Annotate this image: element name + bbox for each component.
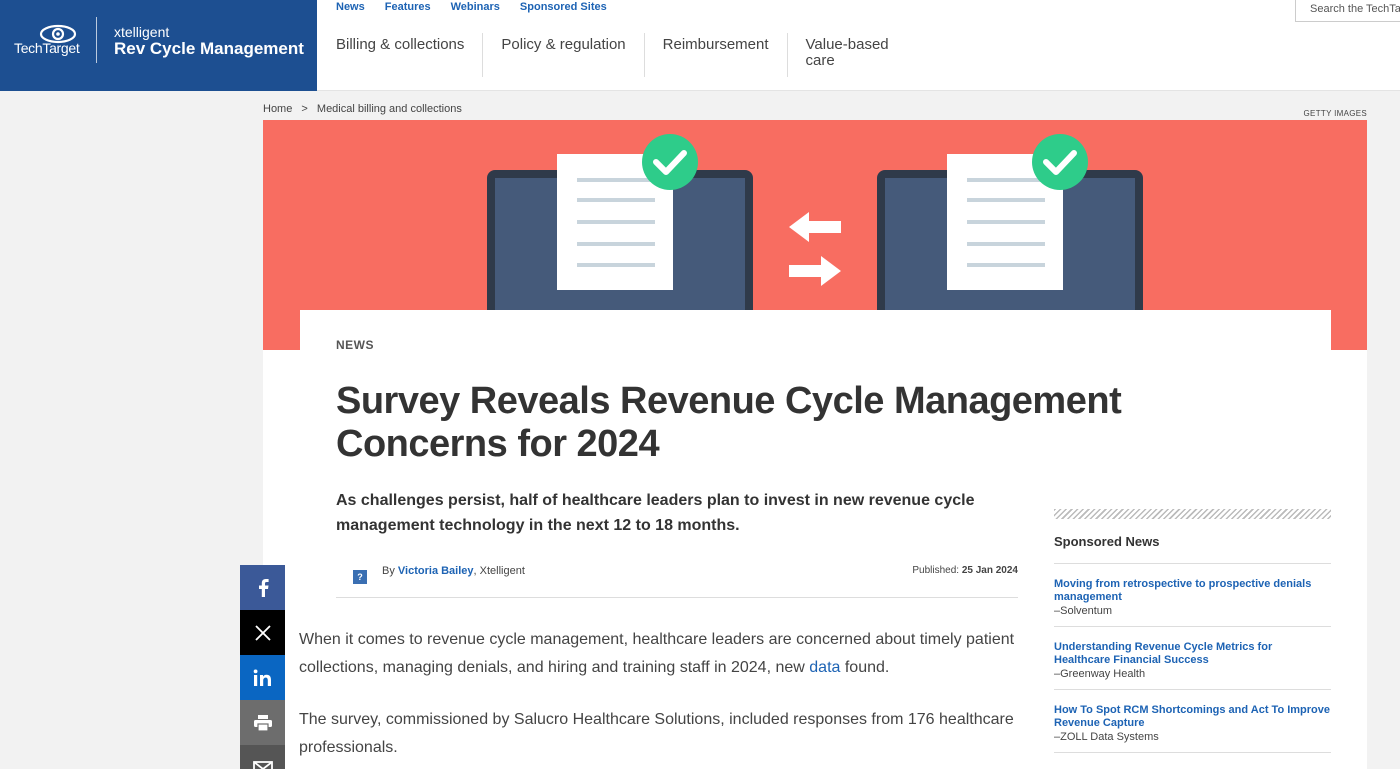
list-item: Moving from retrospective to prospective… <box>1054 564 1331 627</box>
article-kicker[interactable]: NEWS <box>336 338 374 352</box>
sponsored-news-heading: Sponsored News <box>1054 534 1331 564</box>
main-nav: Billing & collections Policy & regulatio… <box>318 33 908 77</box>
nav-policy-regulation[interactable]: Policy & regulation <box>483 33 645 77</box>
breadcrumb-home[interactable]: Home <box>263 103 292 115</box>
email-icon <box>252 760 273 769</box>
list-item: How To Spot RCM Shortcomings and Act To … <box>1054 690 1331 753</box>
byline-text: By Victoria Bailey, Xtelligent <box>382 565 525 577</box>
facebook-share-button[interactable] <box>240 565 285 610</box>
article-dek: As challenges persist, half of healthcar… <box>336 492 975 534</box>
sponsored-link[interactable]: How To Spot RCM Shortcomings and Act To … <box>1054 704 1331 730</box>
email-share-button[interactable] <box>240 745 285 769</box>
search-input[interactable]: Search the TechTarget <box>1295 0 1400 22</box>
linkedin-share-button[interactable] <box>240 655 285 700</box>
breadcrumb: Home > Medical billing and collections <box>263 103 468 115</box>
topnav-features[interactable]: Features <box>385 1 431 13</box>
published-date: Published: 25 Jan 2024 <box>912 565 1018 576</box>
swap-arrows-icon <box>789 212 841 286</box>
byline: ? By Victoria Bailey, Xtelligent Publish… <box>336 556 1018 598</box>
sponsor-name: –Solventum <box>1054 605 1113 617</box>
brand-divider <box>96 17 97 63</box>
image-credit: GETTY IMAGES <box>1303 109 1367 118</box>
linkedin-icon <box>253 669 271 686</box>
breadcrumb-separator: > <box>301 103 308 115</box>
article-title: Survey Reveals Revenue Cycle Management … <box>336 380 1122 465</box>
x-icon <box>254 624 271 641</box>
author-avatar: ? <box>353 570 367 584</box>
p1-text-before: When it comes to revenue cycle managemen… <box>299 631 1015 676</box>
print-icon <box>253 714 272 731</box>
topnav-webinars[interactable]: Webinars <box>451 1 500 13</box>
site-name: Rev Cycle Management <box>114 39 304 58</box>
article-body: When it comes to revenue cycle managemen… <box>299 626 1029 769</box>
topnav-news[interactable]: News <box>336 1 365 13</box>
data-link[interactable]: data <box>809 659 840 676</box>
hatch-divider <box>1054 509 1331 519</box>
x-share-button[interactable] <box>240 610 285 655</box>
byline-prefix: By <box>382 565 395 577</box>
nav-billing-collections[interactable]: Billing & collections <box>318 33 484 77</box>
topnav-sponsored-sites[interactable]: Sponsored Sites <box>520 1 607 13</box>
published-label: Published: <box>912 565 960 576</box>
sponsored-link[interactable]: Understanding Revenue Cycle Metrics for … <box>1054 641 1331 667</box>
facebook-icon <box>258 578 269 597</box>
paragraph: When it comes to revenue cycle managemen… <box>299 626 1029 682</box>
sponsored-link[interactable]: Moving from retrospective to prospective… <box>1054 578 1331 604</box>
sponsor-name: –ZOLL Data Systems <box>1054 731 1159 743</box>
breadcrumb-section[interactable]: Medical billing and collections <box>317 103 462 115</box>
sponsored-news-sidebar: Sponsored News Moving from retrospective… <box>1054 509 1331 753</box>
techtarget-wordmark: TechTarget <box>14 40 80 56</box>
print-button[interactable] <box>240 700 285 745</box>
author-link[interactable]: Victoria Bailey <box>398 565 474 577</box>
share-rail <box>240 565 285 769</box>
published-value: 25 Jan 2024 <box>961 565 1018 576</box>
list-item: Understanding Revenue Cycle Metrics for … <box>1054 627 1331 690</box>
paragraph: The survey, commissioned by Salucro Heal… <box>299 711 1014 756</box>
p1-text-after: found. <box>840 659 890 676</box>
nav-reimbursement[interactable]: Reimbursement <box>645 33 788 77</box>
xtelligent-label: xtelligent <box>114 24 170 40</box>
author-org: , Xtelligent <box>473 565 525 577</box>
sponsor-name: –Greenway Health <box>1054 668 1146 680</box>
brand-logo[interactable]: TechTarget xtelligent Rev Cycle Manageme… <box>0 0 317 91</box>
site-header: TechTarget xtelligent Rev Cycle Manageme… <box>0 0 1400 91</box>
nav-value-based-care[interactable]: Value-based care <box>788 33 908 77</box>
top-nav: News Features Webinars Sponsored Sites <box>336 1 607 13</box>
